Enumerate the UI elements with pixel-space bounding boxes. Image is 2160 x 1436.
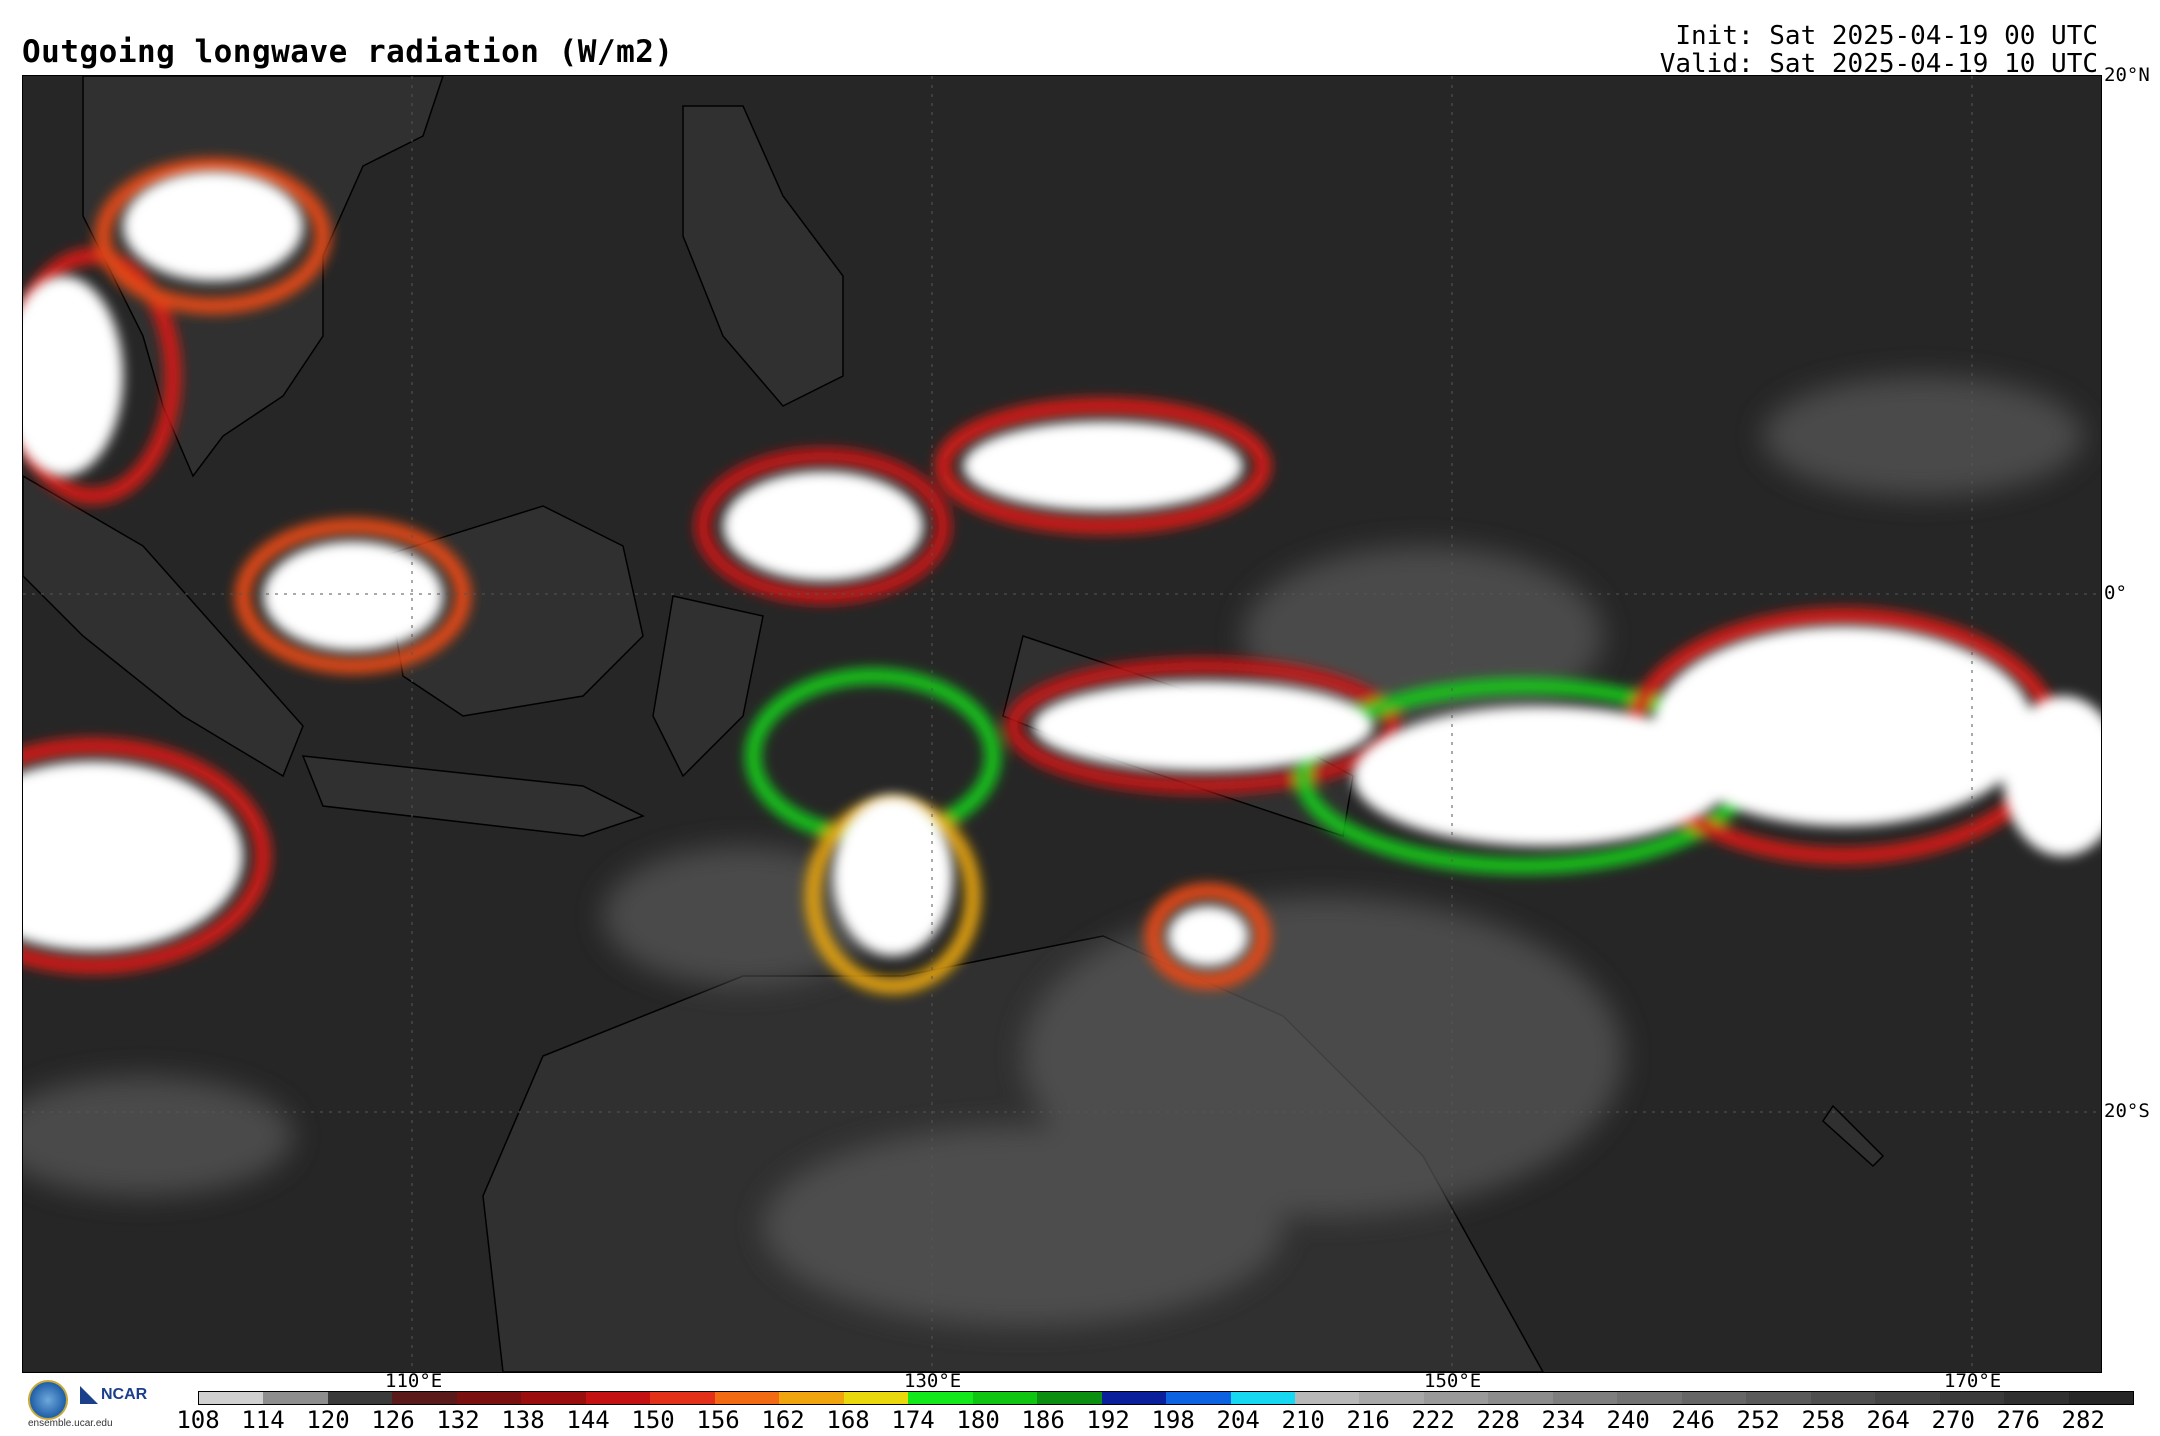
color-swatch	[972, 1392, 1038, 1404]
color-tick-label: 168	[826, 1406, 870, 1434]
color-swatch	[2068, 1392, 2134, 1404]
color-tick-label: 264	[1866, 1406, 1910, 1434]
color-swatch	[263, 1392, 328, 1404]
color-tick-label: 234	[1541, 1406, 1585, 1434]
color-tick-label: 252	[1736, 1406, 1780, 1434]
lon-label-130e: 130°E	[904, 1370, 962, 1392]
color-swatch	[843, 1392, 909, 1404]
color-tick-label: 228	[1476, 1406, 1520, 1434]
color-tick-label: 204	[1216, 1406, 1260, 1434]
color-swatch	[1681, 1392, 1747, 1404]
color-tick-label: 120	[306, 1406, 350, 1434]
color-tick-label: 276	[1996, 1406, 2040, 1434]
color-swatch	[585, 1392, 651, 1404]
color-swatch	[199, 1392, 264, 1404]
color-swatch	[1166, 1392, 1231, 1404]
lon-label-170e: 170°E	[1944, 1370, 2002, 1392]
color-tick-label: 240	[1606, 1406, 1650, 1434]
color-tick-label: 210	[1281, 1406, 1325, 1434]
color-swatch	[1875, 1392, 1940, 1404]
color-swatch	[650, 1392, 715, 1404]
color-swatch	[714, 1392, 780, 1404]
color-tick-label: 144	[566, 1406, 610, 1434]
lat-label-20n: 20°N	[2104, 64, 2150, 86]
color-tick-label: 174	[891, 1406, 935, 1434]
color-swatch	[1617, 1392, 1682, 1404]
color-tick-label: 186	[1021, 1406, 1065, 1434]
color-tick-label: 114	[241, 1406, 285, 1434]
color-scale-bar	[198, 1391, 2134, 1405]
color-scale-ticks: 108 114 120 126 132 138 144 150 156 162 168 174 180 1…	[176, 1406, 2132, 1436]
color-tick-label: 216	[1346, 1406, 1390, 1434]
color-tick-label: 258	[1801, 1406, 1845, 1434]
color-swatch	[1101, 1392, 1167, 1404]
site-url: ensemble.ucar.edu	[28, 1418, 113, 1429]
color-swatch	[1488, 1392, 1553, 1404]
color-tick-label: 180	[956, 1406, 1000, 1434]
color-swatch	[1810, 1392, 1876, 1404]
color-swatch	[1037, 1392, 1102, 1404]
map-title: Outgoing longwave radiation (W/m2)	[22, 34, 674, 70]
color-tick-label: 282	[2061, 1406, 2105, 1434]
color-tick-label: 132	[436, 1406, 480, 1434]
color-swatch	[1230, 1392, 1295, 1404]
color-swatch	[1552, 1392, 1618, 1404]
color-swatch	[908, 1392, 973, 1404]
color-swatch	[327, 1392, 393, 1404]
init-time: Init: Sat 2025-04-19 00 UTC	[1675, 21, 2098, 51]
color-tick-label: 126	[371, 1406, 415, 1434]
color-swatch	[521, 1392, 586, 1404]
color-swatch	[1359, 1392, 1424, 1404]
color-tick-label: 222	[1411, 1406, 1455, 1434]
valid-time: Valid: Sat 2025-04-19 10 UTC	[1659, 49, 2098, 79]
color-swatch	[2004, 1392, 2069, 1404]
color-tick-label: 108	[176, 1406, 220, 1434]
color-swatch	[1746, 1392, 1811, 1404]
lat-label-20s: 20°S	[2104, 1100, 2150, 1122]
color-swatch	[1294, 1392, 1360, 1404]
lon-label-150e: 150°E	[1424, 1370, 1482, 1392]
color-tick-label: 138	[501, 1406, 545, 1434]
color-tick-label: 150	[631, 1406, 675, 1434]
color-swatch	[1423, 1392, 1489, 1404]
olr-map	[22, 75, 2102, 1373]
lon-label-110e: 110°E	[385, 1370, 443, 1392]
color-tick-label: 270	[1931, 1406, 1975, 1434]
lat-label-equator: 0°	[2104, 582, 2127, 604]
ncar-logo: NCAR	[80, 1386, 147, 1404]
map-canvas	[23, 76, 2101, 1372]
color-tick-label: 156	[696, 1406, 740, 1434]
color-swatch	[392, 1392, 457, 1404]
color-swatch	[1939, 1392, 2005, 1404]
color-swatch	[456, 1392, 522, 1404]
nsf-logo	[28, 1380, 68, 1420]
color-swatch	[779, 1392, 844, 1404]
color-tick-label: 162	[761, 1406, 805, 1434]
branding: NCAR ensemble.ucar.edu	[24, 1378, 174, 1430]
color-tick-label: 192	[1086, 1406, 1130, 1434]
timestamp-block: Init: Sat 2025-04-19 00 UTC Valid: Sat 2…	[1660, 22, 2098, 78]
color-tick-label: 198	[1151, 1406, 1195, 1434]
color-tick-label: 246	[1671, 1406, 1715, 1434]
